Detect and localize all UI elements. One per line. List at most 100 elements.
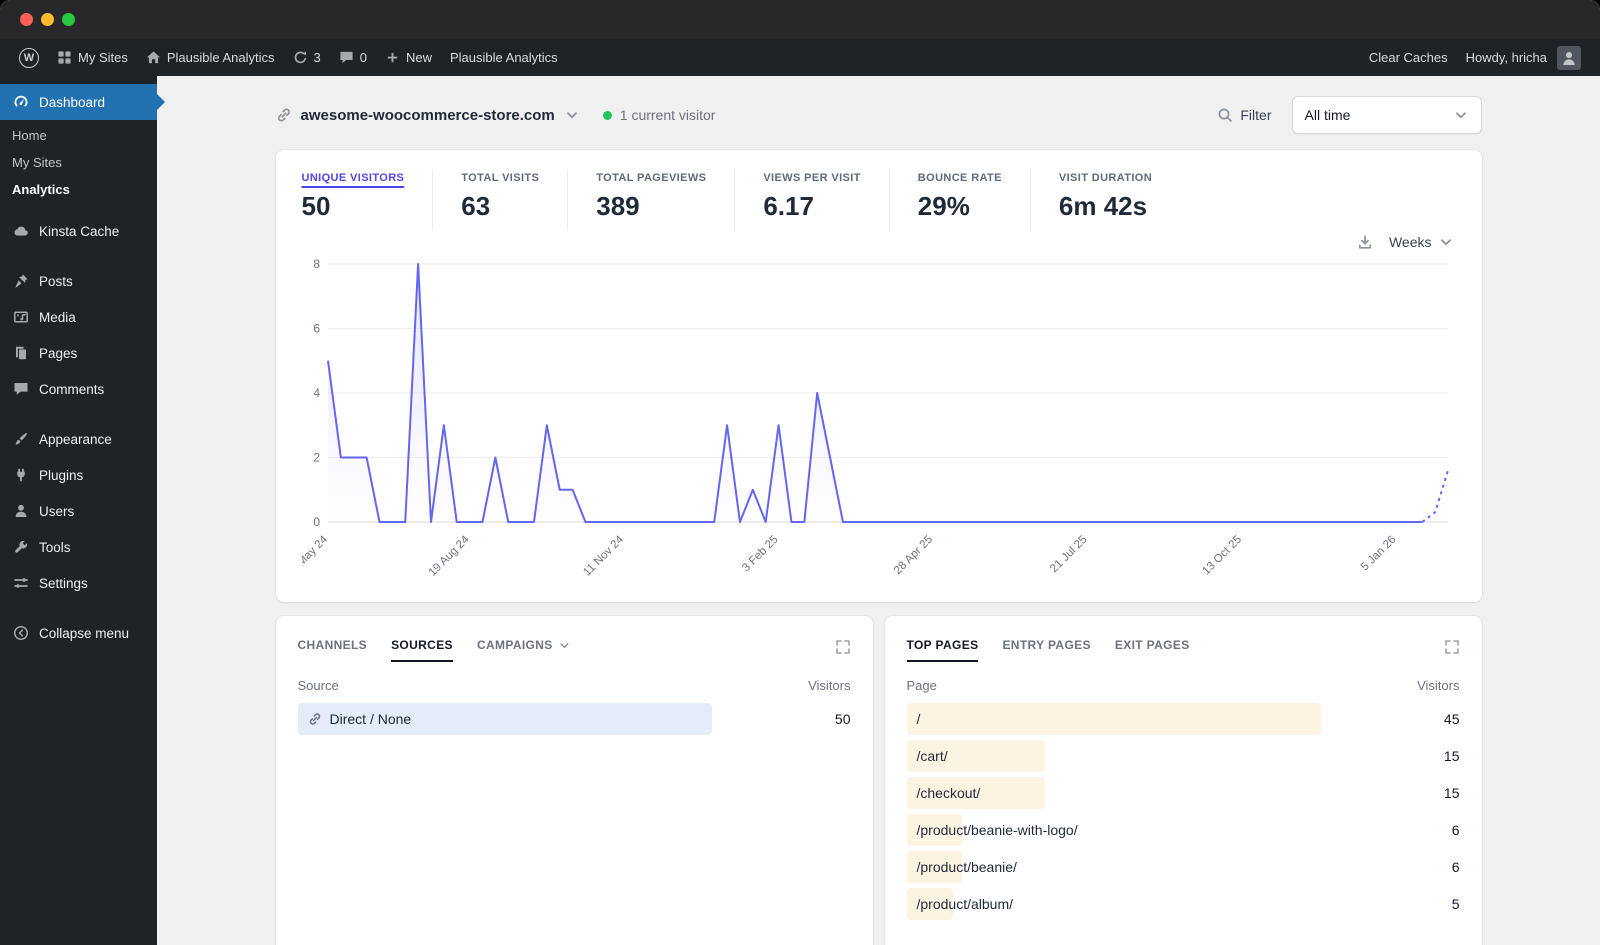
brush-icon [12,430,30,448]
sidebar-item-plugins[interactable]: Plugins [0,457,157,493]
metric-unique-visitors[interactable]: UNIQUE VISITORS 50 [302,170,434,230]
svg-text:31 May 24: 31 May 24 [302,533,331,580]
sidebar-item-comments[interactable]: Comments [0,371,157,407]
expand-icon[interactable] [835,639,851,655]
metric-bounce-rate[interactable]: BOUNCE RATE 29% [918,170,1031,230]
row-value: 45 [1443,711,1460,727]
plausible-analytics-menu[interactable]: Plausible Analytics [441,39,567,76]
new-label: New [405,50,432,65]
admin-sidebar: Dashboard Home My Sites Analytics Kinsta… [0,76,157,945]
window-close-button[interactable] [20,13,33,26]
table-row[interactable]: /product/album/5 [906,888,1460,920]
table-row[interactable]: Direct / None 50 [297,703,851,735]
sidebar-item-label: Tools [39,539,71,555]
sources-rows: Direct / None 50 [297,703,851,735]
metric-label: VISIT DURATION [1058,172,1153,184]
metric-total-pageviews[interactable]: TOTAL PAGEVIEWS 389 [596,170,736,230]
collapse-icon [12,624,30,642]
table-row[interactable]: /cart/15 [906,740,1460,772]
metric-total-visits[interactable]: TOTAL VISITS 63 [461,170,569,230]
wordpress-logo-icon: W [19,47,39,68]
date-range-select[interactable]: All time [1291,96,1482,134]
account-menu[interactable]: Howdy, hricha [1457,45,1590,70]
chart-tools: Weeks [304,234,1454,250]
chevron-down-icon [1453,107,1469,123]
chevron-down-icon [1438,234,1454,250]
chevron-down-icon[interactable] [564,107,580,123]
table-row[interactable]: /product/beanie-with-logo/6 [906,814,1460,846]
expand-icon[interactable] [1444,639,1460,655]
window-zoom-button[interactable] [62,13,75,26]
sidebar-item-dashboard[interactable]: Dashboard [0,84,157,120]
sidebar-item-media[interactable]: Media [0,299,157,335]
tab-channels[interactable]: CHANNELS [298,632,368,662]
sidebar-item-pages[interactable]: Pages [0,335,157,371]
wp-logo-menu[interactable]: W [10,39,48,76]
comment-icon [12,380,30,398]
tab-exit-pages[interactable]: EXIT PAGES [1115,632,1190,662]
network-grid-icon [57,50,72,65]
table-row[interactable]: /checkout/15 [906,777,1460,809]
site-domain[interactable]: awesome-woocommerce-store.com [301,107,555,124]
sidebar-item-tools[interactable]: Tools [0,529,157,565]
metric-views-per-visit[interactable]: VIEWS PER VISIT 6.17 [763,170,890,230]
sidebar-item-posts[interactable]: Posts [0,263,157,299]
row-label: /checkout/ [916,785,981,801]
sources-table-header: Source Visitors [298,678,851,693]
updates-menu[interactable]: 3 [284,39,330,76]
dashboard-icon [12,93,30,111]
sidebar-item-label: Collapse menu [39,625,130,641]
metric-visit-duration[interactable]: VISIT DURATION 6m 42s [1059,170,1180,230]
tab-campaigns[interactable]: CAMPAIGNS [477,632,571,662]
column-page: Page [906,678,937,693]
metric-label: TOTAL PAGEVIEWS [596,172,707,184]
sidebar-item-home[interactable]: Home [0,122,157,149]
sidebar-item-kinsta-cache[interactable]: Kinsta Cache [0,213,157,249]
svg-text:13 Oct 25: 13 Oct 25 [1200,534,1244,578]
svg-text:8: 8 [313,257,320,271]
svg-text:21 Jul 25: 21 Jul 25 [1048,534,1089,575]
filter-button[interactable]: Filter [1217,107,1272,123]
tab-top-pages[interactable]: TOP PAGES [907,632,979,662]
my-sites-label: My Sites [78,50,128,65]
window-minimize-button[interactable] [41,13,54,26]
sidebar-item-label: Kinsta Cache [39,223,120,239]
plug-icon [12,466,30,484]
pin-icon [12,272,30,290]
sidebar-item-collapse-menu[interactable]: Collapse menu [0,615,157,651]
svg-text:4: 4 [313,386,320,400]
sidebar-item-appearance[interactable]: Appearance [0,421,157,457]
date-range-value: All time [1304,107,1351,123]
main-content: awesome-woocommerce-store.com 1 current … [157,76,1600,945]
chevron-down-icon [558,639,571,652]
table-row[interactable]: / 45 [906,703,1460,735]
user-icon [12,502,30,520]
clear-caches-button[interactable]: Clear Caches [1360,50,1457,65]
comments-count: 0 [359,50,367,65]
row-label: Direct / None [298,711,411,727]
dashboard-submenu: Home My Sites Analytics [0,120,157,213]
sidebar-item-analytics[interactable]: Analytics [0,176,157,203]
my-sites-menu[interactable]: My Sites [48,39,137,76]
metric-value: 63 [461,191,491,221]
sources-tabs: CHANNELS SOURCES CAMPAIGNS [298,632,851,662]
metric-value: 29% [917,191,970,221]
window-titlebar [0,0,1600,39]
avatar [1557,45,1581,70]
table-row[interactable]: /product/beanie/6 [906,851,1460,883]
site-menu[interactable]: Plausible Analytics [137,39,284,76]
interval-select[interactable]: Weeks [1389,234,1454,250]
sidebar-item-my-sites[interactable]: My Sites [0,149,157,176]
svg-text:0: 0 [313,515,320,529]
sidebar-item-users[interactable]: Users [0,493,157,529]
sidebar-item-settings[interactable]: Settings [0,565,157,601]
download-icon[interactable] [1357,234,1373,250]
tab-entry-pages[interactable]: ENTRY PAGES [1002,632,1090,662]
comments-menu[interactable]: 0 [330,39,376,76]
visitors-line-chart: 0 2 4 6 8 31 May 24 19 Aug 24 11 Nov 24 3 Feb 25… [302,257,1449,580]
update-icon [293,50,308,65]
metric-value: 389 [596,191,640,221]
online-dot [602,110,612,120]
new-content-menu[interactable]: New [376,39,441,76]
tab-sources[interactable]: SOURCES [391,632,453,662]
